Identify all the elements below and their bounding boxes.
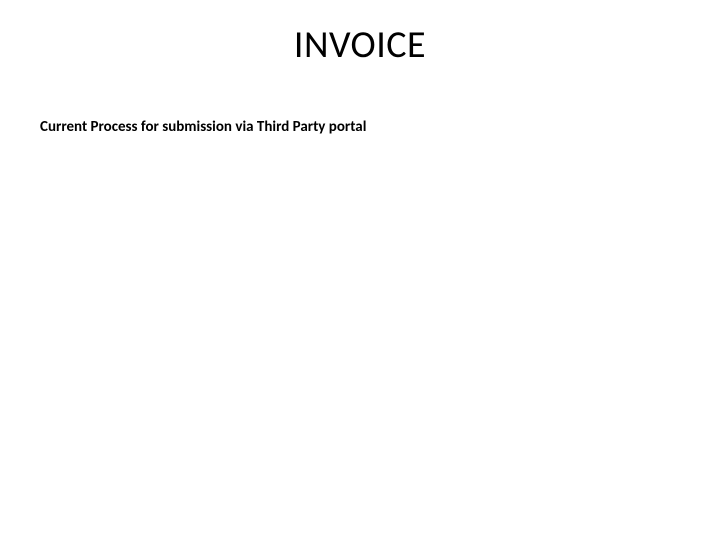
document-title: INVOICE [0,22,720,68]
document-subtitle: Current Process for submission via Third… [40,118,366,136]
